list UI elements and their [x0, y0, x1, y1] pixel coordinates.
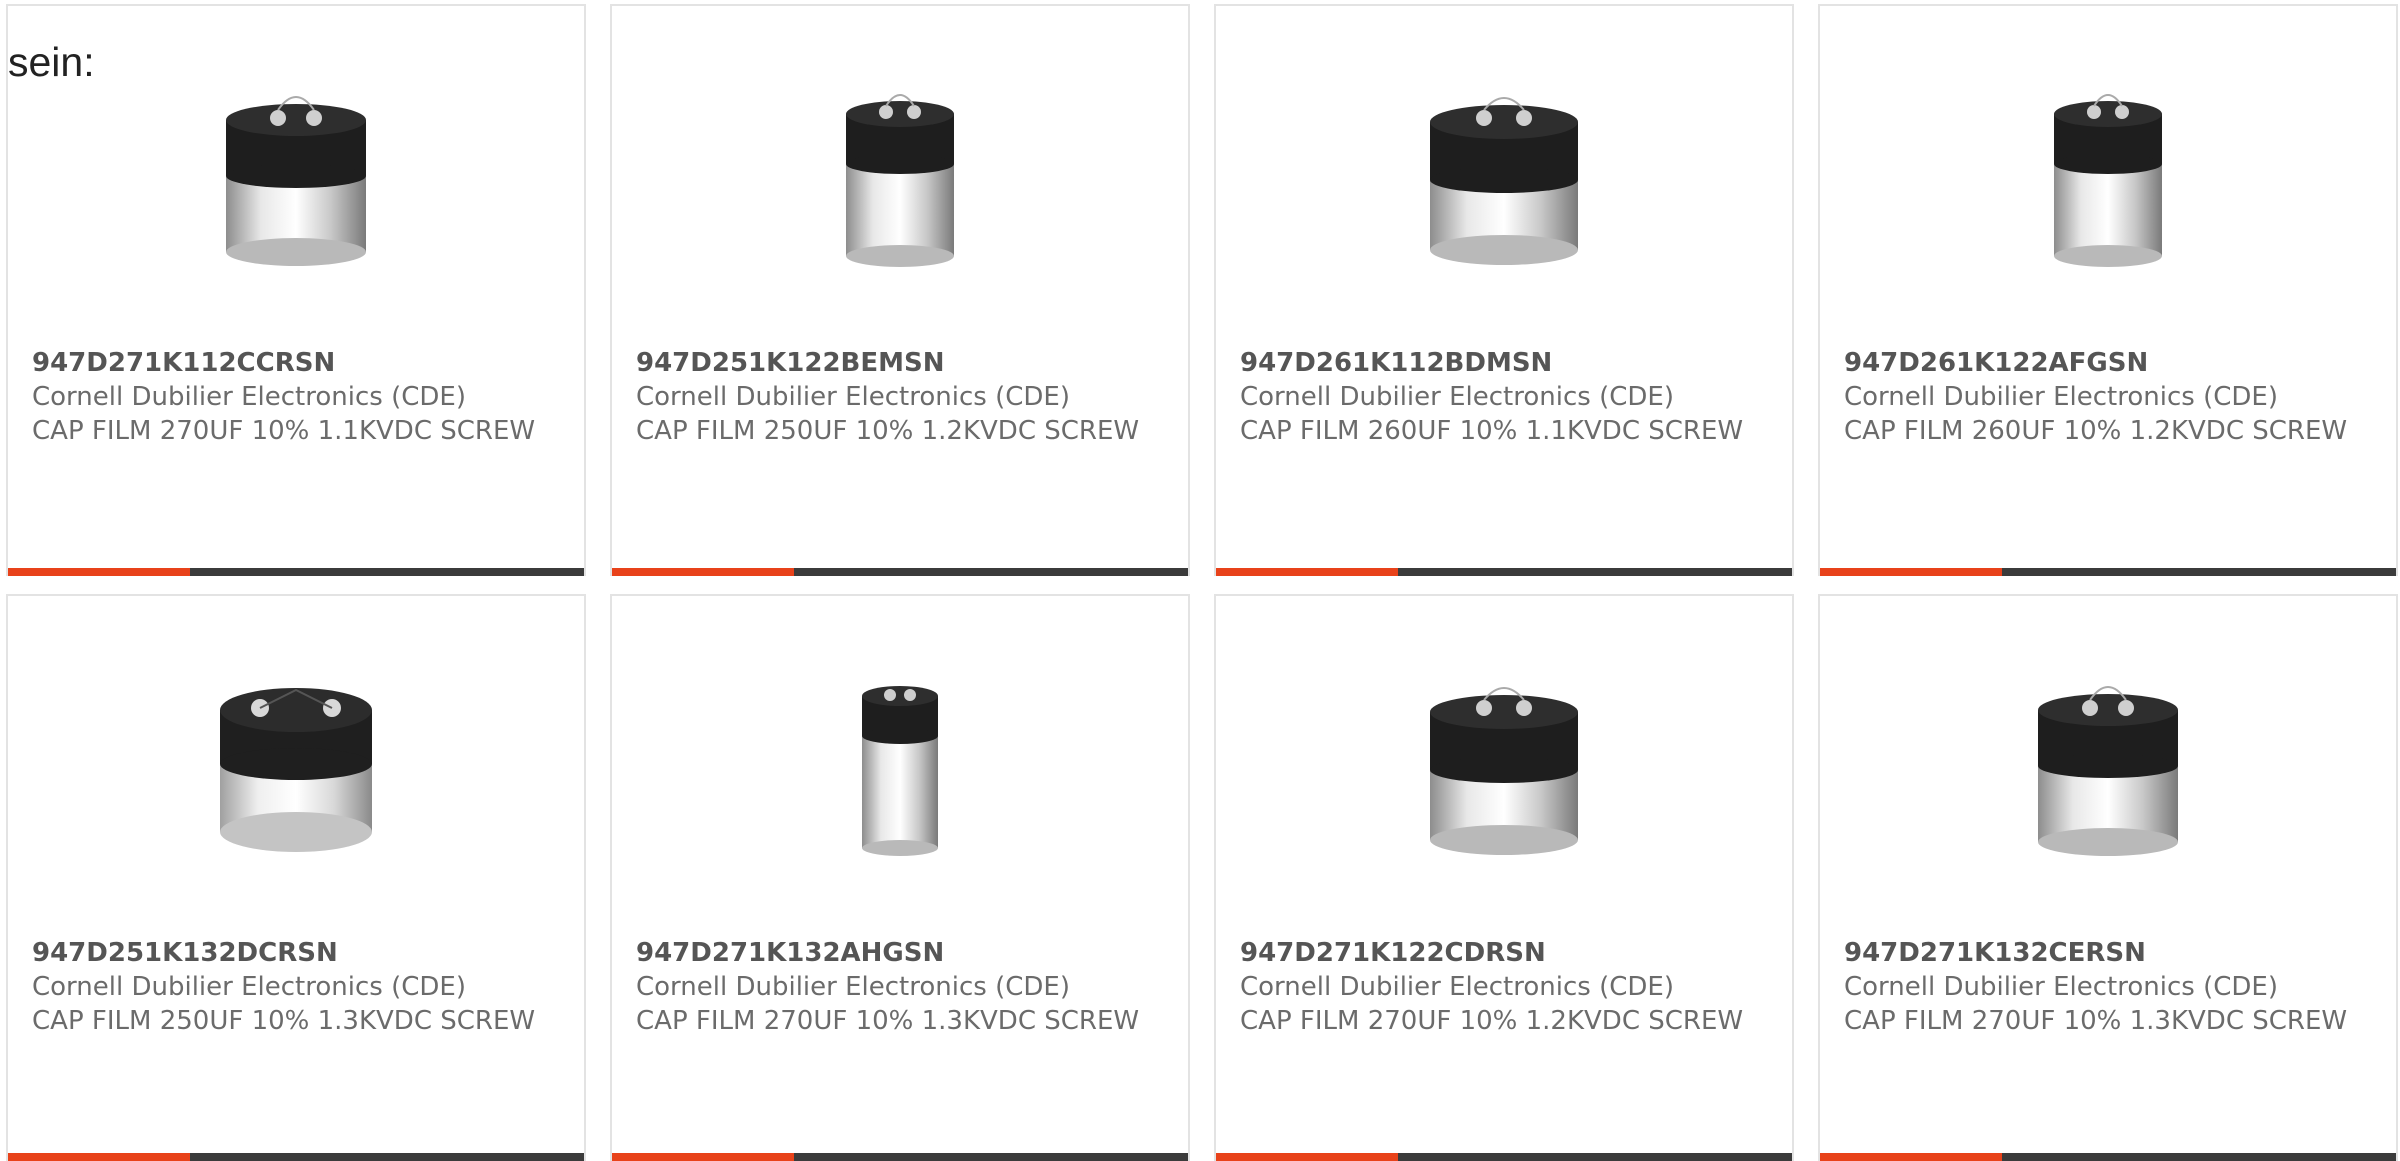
product-image[interactable]: [1216, 670, 1792, 870]
product-description: CAP FILM 270UF 10% 1.1KVDC SCREW: [32, 416, 536, 446]
progress-bar: [8, 1153, 584, 1161]
capacitor-can-icon: [1430, 97, 1578, 265]
product-image[interactable]: [1820, 80, 2396, 280]
product-image[interactable]: [8, 80, 584, 280]
product-description: CAP FILM 250UF 10% 1.3KVDC SCREW: [32, 1006, 536, 1036]
product-description: CAP FILM 270UF 10% 1.3KVDC SCREW: [1844, 1006, 2348, 1036]
manufacturer-label: Cornell Dubilier Electronics (CDE): [1240, 382, 1674, 412]
progress-bar: [1820, 1153, 2396, 1161]
manufacturer-label: Cornell Dubilier Electronics (CDE): [1844, 972, 2278, 1002]
part-number-link[interactable]: 947D271K132CERSN: [1844, 936, 2384, 970]
progress-bar-accent: [612, 568, 794, 576]
part-number-link[interactable]: 947D261K112BDMSN: [1240, 346, 1780, 380]
product-card[interactable]: 947D271K132CERSN Cornell Dubilier Electr…: [1818, 594, 2398, 1161]
progress-bar-accent: [1216, 568, 1398, 576]
product-image[interactable]: [1216, 80, 1792, 280]
progress-bar-accent: [1820, 568, 2002, 576]
product-info: 947D271K132AHGSN Cornell Dubilier Electr…: [636, 936, 1176, 1038]
product-info: 947D261K112BDMSN Cornell Dubilier Electr…: [1240, 346, 1780, 448]
capacitor-can-icon: [862, 686, 938, 856]
product-card[interactable]: 947D251K132DCRSN Cornell Dubilier Electr…: [6, 594, 586, 1161]
product-card[interactable]: 947D251K122BEMSN Cornell Dubilier Electr…: [610, 4, 1190, 576]
product-description: CAP FILM 270UF 10% 1.2KVDC SCREW: [1240, 1006, 1744, 1036]
product-description: CAP FILM 260UF 10% 1.1KVDC SCREW: [1240, 416, 1744, 446]
product-image[interactable]: [612, 80, 1188, 280]
capacitor-can-icon: [220, 688, 372, 852]
capacitor-can-icon: [2054, 94, 2162, 267]
capacitor-can-icon: [1430, 687, 1578, 855]
product-info: 947D271K122CDRSN Cornell Dubilier Electr…: [1240, 936, 1780, 1038]
capacitor-can-icon: [226, 96, 366, 266]
part-number-link[interactable]: 947D271K132AHGSN: [636, 936, 1176, 970]
manufacturer-label: Cornell Dubilier Electronics (CDE): [636, 972, 1070, 1002]
product-info: 947D251K122BEMSN Cornell Dubilier Electr…: [636, 346, 1176, 448]
product-image[interactable]: [1820, 670, 2396, 870]
progress-bar-accent: [1820, 1153, 2002, 1161]
product-info: 947D261K122AFGSN Cornell Dubilier Electr…: [1844, 346, 2384, 448]
part-number-link[interactable]: 947D251K122BEMSN: [636, 346, 1176, 380]
part-number-link[interactable]: 947D251K132DCRSN: [32, 936, 572, 970]
product-description: CAP FILM 250UF 10% 1.2KVDC SCREW: [636, 416, 1140, 446]
manufacturer-label: Cornell Dubilier Electronics (CDE): [1240, 972, 1674, 1002]
lead-text: sein:: [8, 39, 95, 85]
product-description: CAP FILM 260UF 10% 1.2KVDC SCREW: [1844, 416, 2348, 446]
progress-bar-accent: [612, 1153, 794, 1161]
progress-bar: [612, 1153, 1188, 1161]
capacitor-can-icon: [2038, 686, 2178, 856]
product-image[interactable]: [612, 670, 1188, 870]
product-grid: 947D271K112CCRSN Cornell Dubilier Electr…: [0, 0, 2400, 1161]
part-number-link[interactable]: 947D261K122AFGSN: [1844, 346, 2384, 380]
product-image[interactable]: [8, 670, 584, 870]
progress-bar: [1216, 568, 1792, 576]
product-card[interactable]: 947D261K112BDMSN Cornell Dubilier Electr…: [1214, 4, 1794, 576]
manufacturer-label: Cornell Dubilier Electronics (CDE): [32, 972, 466, 1002]
manufacturer-label: Cornell Dubilier Electronics (CDE): [636, 382, 1070, 412]
progress-bar: [8, 568, 584, 576]
manufacturer-label: Cornell Dubilier Electronics (CDE): [1844, 382, 2278, 412]
progress-bar: [1820, 568, 2396, 576]
part-number-link[interactable]: 947D271K122CDRSN: [1240, 936, 1780, 970]
product-card[interactable]: 947D271K132AHGSN Cornell Dubilier Electr…: [610, 594, 1190, 1161]
progress-bar-accent: [1216, 1153, 1398, 1161]
part-number-link[interactable]: 947D271K112CCRSN: [32, 346, 572, 380]
product-info: 947D271K112CCRSN Cornell Dubilier Electr…: [32, 346, 572, 448]
product-info: 947D271K132CERSN Cornell Dubilier Electr…: [1844, 936, 2384, 1038]
product-info: 947D251K132DCRSN Cornell Dubilier Electr…: [32, 936, 572, 1038]
capacitor-can-icon: [846, 94, 954, 267]
product-description: CAP FILM 270UF 10% 1.3KVDC SCREW: [636, 1006, 1140, 1036]
progress-bar-accent: [8, 568, 190, 576]
manufacturer-label: Cornell Dubilier Electronics (CDE): [32, 382, 466, 412]
progress-bar: [612, 568, 1188, 576]
progress-bar: [1216, 1153, 1792, 1161]
progress-bar-accent: [8, 1153, 190, 1161]
product-card[interactable]: 947D271K122CDRSN Cornell Dubilier Electr…: [1214, 594, 1794, 1161]
product-card[interactable]: 947D261K122AFGSN Cornell Dubilier Electr…: [1818, 4, 2398, 576]
